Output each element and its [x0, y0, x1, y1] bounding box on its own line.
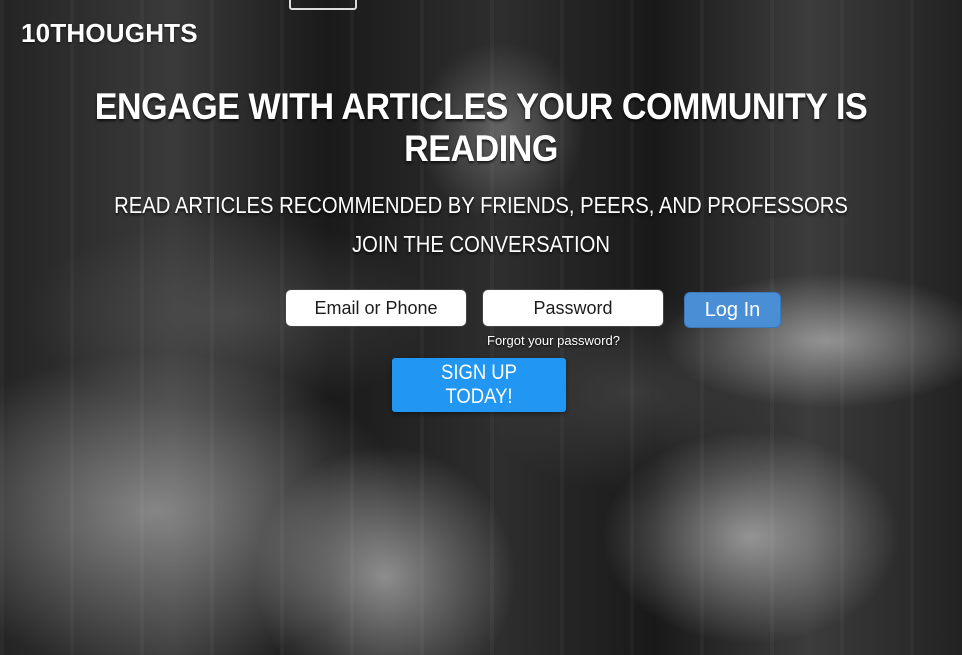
signup-button-label: SIGN UP TODAY!	[440, 361, 517, 408]
hero-subline-recommended: READ ARTICLES RECOMMENDED BY FRIENDS, PE…	[114, 192, 848, 218]
hero-subline-join: JOIN THE CONVERSATION	[352, 231, 610, 257]
signup-button[interactable]: SIGN UP TODAY!	[392, 358, 566, 412]
forgot-password-link[interactable]: Forgot your password?	[487, 333, 620, 348]
top-tab-outline	[289, 0, 357, 10]
site-logo[interactable]: 10THOUGHTS	[21, 18, 198, 49]
password-input[interactable]	[482, 289, 664, 327]
login-button[interactable]: Log In	[684, 292, 781, 328]
landing-page: 10THOUGHTS ENGAGE WITH ARTICLES YOUR COM…	[0, 0, 962, 655]
hero-headline: ENGAGE WITH ARTICLES YOUR COMMUNITY IS R…	[94, 86, 868, 169]
email-or-phone-input[interactable]	[285, 289, 467, 327]
